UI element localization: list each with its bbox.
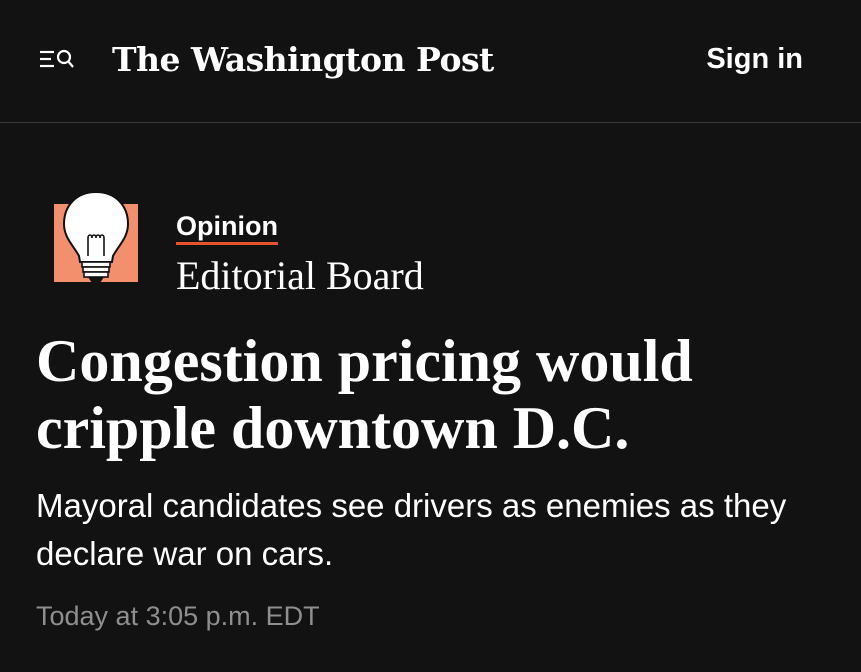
article-headline: Congestion pricing would cripple downtow… <box>36 328 693 461</box>
author-editorial-board-link[interactable]: Editorial Board <box>176 252 424 300</box>
author-avatar <box>54 190 138 286</box>
section-opinion-link[interactable]: Opinion <box>176 210 278 245</box>
menu-search-button[interactable] <box>38 46 76 74</box>
lightbulb-icon <box>54 190 138 283</box>
article-subheadline: Mayoral candidates see drivers as enemie… <box>36 487 787 572</box>
masthead-logo[interactable]: The Washington Post <box>112 30 494 90</box>
publish-timestamp: Today at 3:05 p.m. EDT <box>36 601 320 631</box>
menu-search-icon <box>40 49 74 68</box>
sign-in-button[interactable]: Sign in <box>706 40 803 78</box>
top-bar: The Washington Post Sign in <box>0 0 861 123</box>
